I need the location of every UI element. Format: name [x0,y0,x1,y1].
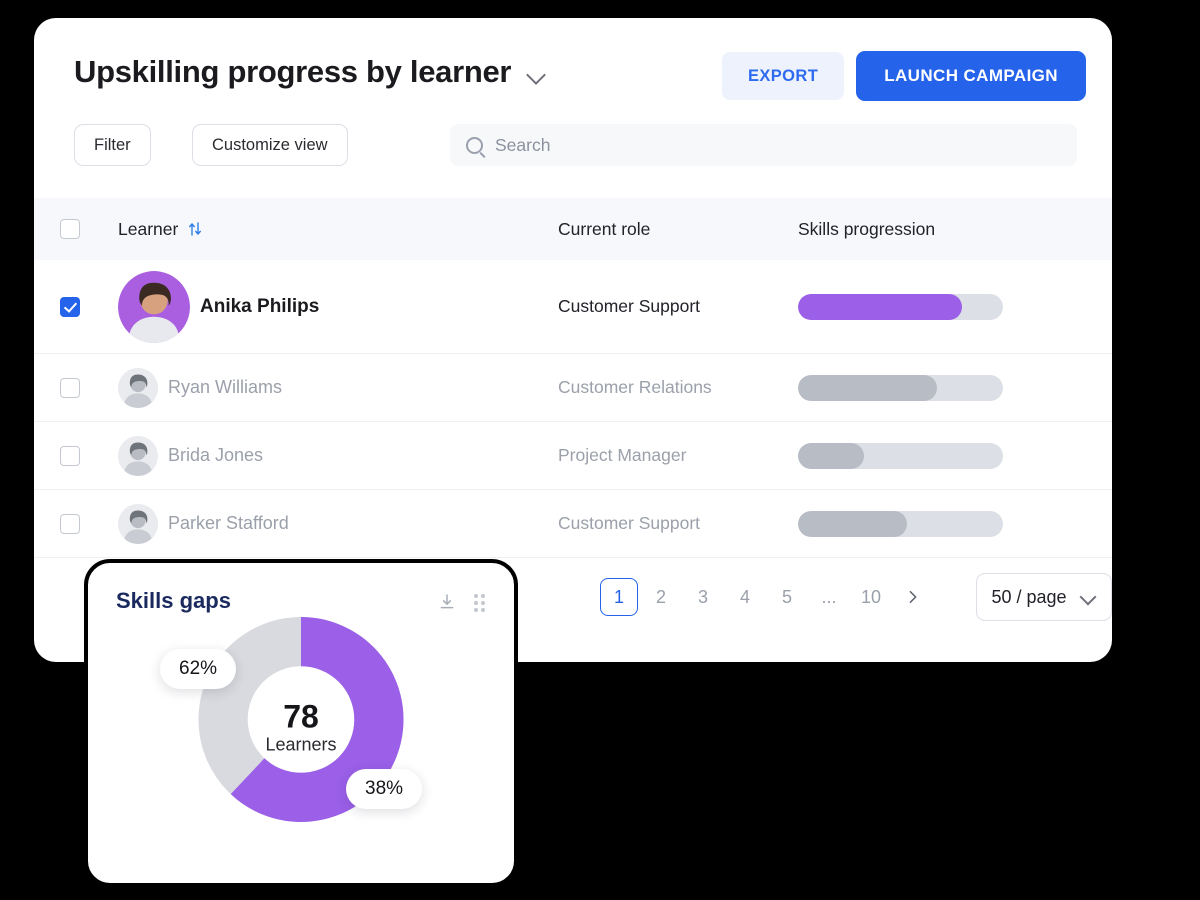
pagination-page-4[interactable]: 4 [726,578,764,616]
row-select-cell [60,377,118,398]
per-page-select[interactable]: 50 / page [976,573,1112,621]
donut-total-unit: Learners [265,734,337,755]
pagination-page-5[interactable]: 5 [768,578,806,616]
role-cell: Customer Support [558,513,798,534]
page-title: Upskilling progress by learner [74,54,512,89]
donut-total-value: 78 [283,698,319,735]
table-row[interactable]: Ryan Williams Customer Relations [34,354,1112,422]
learner-name: Anika Philips [200,295,320,317]
progression-cell [798,374,1112,401]
pagination-page-1[interactable]: 1 [600,578,638,616]
progress-bar-fill [798,293,962,320]
chevron-down-icon[interactable] [527,64,547,84]
pagination-page-ellipsis: ... [821,586,837,607]
row-checkbox[interactable] [60,377,80,398]
donut-center-label: 78 Learners [231,698,371,756]
launch-campaign-button[interactable]: LAUNCH CAMPAIGN [856,51,1086,101]
progress-bar [798,510,1003,537]
skills-gaps-chart: 78 Learners 62% 38% [88,613,514,843]
row-select-cell [60,513,118,534]
column-header-learner-label: Learner [118,218,179,239]
avatar [118,503,158,544]
skills-gaps-title: Skills gaps [116,588,231,613]
download-icon[interactable] [438,593,456,611]
progress-bar [798,442,1003,469]
filter-button[interactable]: Filter [74,124,151,166]
search-input[interactable] [495,124,1077,166]
donut-label-missing: 38% [346,769,423,809]
table-row[interactable]: Parker Stafford Customer Support [34,490,1112,558]
column-header-role[interactable]: Current role [558,219,798,240]
row-checkbox[interactable] [60,296,80,317]
export-button[interactable]: EXPORT [721,52,845,100]
pagination-page-2[interactable]: 2 [642,578,680,616]
drag-handle-icon[interactable] [474,594,488,612]
learner-name: Parker Stafford [168,513,289,533]
screenshot-stage: Upskilling progress by learner EXPORT LA… [0,0,1200,900]
progress-bar-fill [798,510,907,537]
search-box[interactable] [450,124,1077,166]
progress-bar [798,293,1003,320]
pagination-next-button[interactable] [894,578,932,616]
pagination-page-10[interactable]: 10 [852,578,890,616]
column-header-learner[interactable]: Learner [118,219,558,240]
row-checkbox[interactable] [60,513,80,534]
select-all-checkbox[interactable] [60,219,80,239]
role-label: Customer Relations [558,377,712,397]
header-actions: EXPORT LAUNCH CAMPAIGN [721,51,1086,101]
pagination-page-3[interactable]: 3 [684,578,722,616]
window-header: Upskilling progress by learner EXPORT LA… [34,18,1112,124]
row-select-cell [60,445,118,466]
avatar [118,270,190,343]
select-all-cell [60,219,118,239]
role-label: Customer Support [558,296,701,316]
table-row[interactable]: Brida Jones Project Manager [34,422,1112,490]
avatar [118,367,158,408]
row-checkbox[interactable] [60,445,80,466]
role-label: Customer Support [558,513,701,533]
learner-cell: Ryan Williams [118,367,558,408]
learner-cell: Anika Philips [118,270,558,343]
search-icon [466,136,483,154]
table-row[interactable]: Anika Philips Customer Support [34,260,1112,354]
learner-name: Ryan Williams [168,377,283,397]
donut-label-validated: 62% [160,649,237,689]
role-label: Project Manager [558,445,687,465]
role-cell: Customer Relations [558,377,798,398]
role-cell: Project Manager [558,445,798,466]
progression-cell [798,442,1112,469]
progress-bar [798,374,1003,401]
page-title-group[interactable]: Upskilling progress by learner [74,54,547,90]
learner-cell: Parker Stafford [118,503,558,544]
customize-view-button[interactable]: Customize view [192,124,348,166]
pagination-pages: 1 2 3 4 5... 10 [600,578,890,616]
skills-gaps-actions [438,593,488,612]
column-header-progression[interactable]: Skills progression [798,219,1112,240]
progress-bar-fill [798,442,864,469]
per-page-label: 50 / page [991,586,1067,607]
skills-gaps-header: Skills gaps [88,563,514,619]
skills-gaps-card: Skills gaps 78 Learners 62% 38% [84,559,518,887]
table-toolbar: Filter Customize view [34,124,1112,186]
progression-cell [798,510,1112,537]
avatar [118,435,158,476]
row-select-cell [60,296,118,317]
chevron-down-icon [1081,589,1097,605]
progression-cell [798,293,1112,320]
learner-name: Brida Jones [168,445,264,465]
table-body: Anika Philips Customer Support Ryan Willia… [34,260,1112,558]
role-cell: Customer Support [558,296,798,317]
table-header-row: Learner Current role Skills progression [34,198,1112,260]
progress-bar-fill [798,374,938,401]
learner-cell: Brida Jones [118,435,558,476]
sort-updown-icon[interactable] [188,221,202,237]
